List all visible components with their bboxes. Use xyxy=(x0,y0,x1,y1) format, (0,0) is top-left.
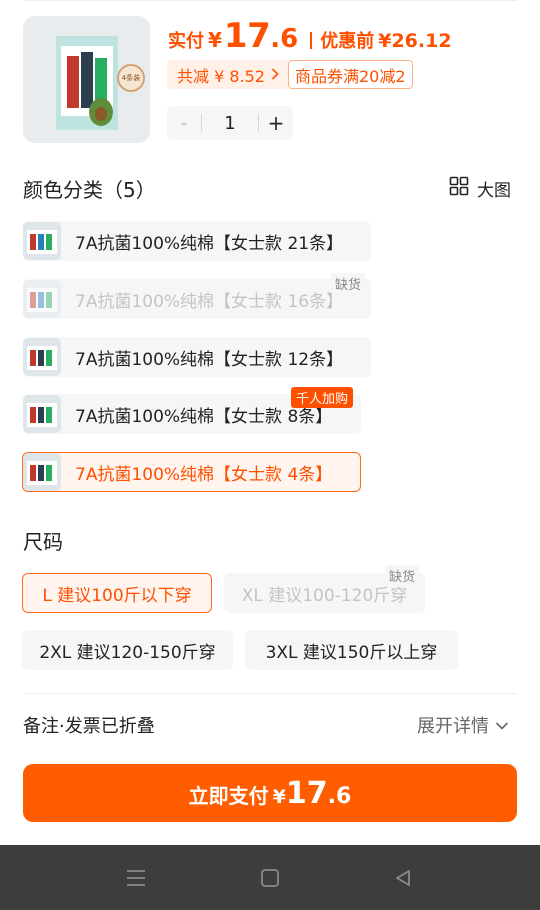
size-option[interactable]: 3XL 建议150斤以上穿 xyxy=(245,630,458,670)
size-option[interactable]: 2XL 建议120-150斤穿 xyxy=(22,630,233,670)
pay-button-price-decimal: .6 xyxy=(327,784,352,809)
pay-button-label: 立即支付 xyxy=(188,784,269,808)
pre-discount-label: 优惠前 xyxy=(320,31,375,52)
chevron-down-icon xyxy=(495,715,509,736)
option-thumbnail xyxy=(23,222,61,260)
size-option-label: XL 建议100-120斤穿 xyxy=(241,585,408,606)
out-of-stock-tag: 缺货 xyxy=(331,273,366,294)
option-thumbnail xyxy=(23,453,61,491)
out-of-stock-tag: 缺货 xyxy=(385,565,420,586)
big-view-label: 大图 xyxy=(477,180,511,201)
system-navigation-bar xyxy=(0,845,540,910)
top-divider xyxy=(24,0,517,1)
decrease-button[interactable]: - xyxy=(167,113,201,134)
pre-discount-price: ¥26.12 xyxy=(378,30,452,52)
quantity-value[interactable]: 1 xyxy=(202,113,258,134)
back-triangle-icon[interactable] xyxy=(390,865,416,891)
pay-button-price-integer: 17 xyxy=(285,776,328,811)
expand-details-button[interactable]: 展开详情 xyxy=(417,712,509,738)
size-option-label: L 建议100斤以下穿 xyxy=(42,585,192,606)
color-option-label: 7A抗菌100%纯棉【女士款 21条】 xyxy=(75,233,344,254)
color-option-label: 7A抗菌100%纯棉【女士款 16条】 xyxy=(75,291,344,312)
coupon-badge[interactable]: 商品券满20减2 xyxy=(288,60,413,89)
size-option-label: 2XL 建议120-150斤穿 xyxy=(39,642,216,663)
increase-button[interactable]: + xyxy=(259,111,293,135)
option-thumbnail xyxy=(23,280,61,318)
price-separator xyxy=(310,31,313,49)
chevron-right-icon xyxy=(271,65,279,84)
grid-icon xyxy=(449,176,469,201)
color-option-label: 7A抗菌100%纯棉【女士款 12条】 xyxy=(75,349,344,370)
size-option-selected[interactable]: L 建议100斤以下穿 xyxy=(22,573,212,613)
remark-label: 备注·发票已折叠 xyxy=(23,716,155,737)
color-section-title: 颜色分类（5） xyxy=(23,178,156,202)
color-option-label: 7A抗菌100%纯棉【女士款 4条】 xyxy=(75,464,333,485)
menu-icon[interactable] xyxy=(123,865,149,891)
price-row: 实付 ¥ 17 .6 优惠前 ¥26.12 xyxy=(168,16,452,56)
discount-label: 共减 ¥ 8.52 xyxy=(177,66,265,86)
home-square-icon[interactable] xyxy=(257,865,283,891)
color-option[interactable]: 7A抗菌100%纯棉【女士款 12条】 xyxy=(23,337,371,377)
color-option[interactable]: 7A抗菌100%纯棉【女士款 21条】 xyxy=(23,221,371,261)
option-thumbnail xyxy=(23,395,61,433)
size-option-label: 3XL 建议150斤以上穿 xyxy=(265,642,438,663)
pay-now-button[interactable]: 立即支付 ¥ 17 .6 xyxy=(23,764,517,822)
pay-price-integer: 17 xyxy=(223,16,271,56)
pay-button-currency: ¥ xyxy=(272,786,286,808)
coupon-label: 商品券满20减2 xyxy=(295,66,406,86)
divider xyxy=(24,693,517,694)
discount-detail-button[interactable]: 共减 ¥ 8.52 xyxy=(167,60,289,89)
big-view-toggle[interactable]: 大图 xyxy=(449,176,511,201)
currency-symbol: ¥ xyxy=(208,28,222,52)
color-option-selected[interactable]: 7A抗菌100%纯棉【女士款 4条】 xyxy=(22,452,361,492)
size-section-title: 尺码 xyxy=(23,530,63,554)
pay-price-decimal: .6 xyxy=(270,24,299,54)
svg-text:4条装: 4条装 xyxy=(122,73,140,82)
popular-tag: 千人加购 xyxy=(291,387,354,408)
pay-label: 实付 xyxy=(168,31,204,52)
quantity-stepper: - 1 + xyxy=(167,106,293,140)
expand-label: 展开详情 xyxy=(417,716,489,737)
color-option[interactable]: 7A抗菌100%纯棉【女士款 16条】 xyxy=(23,279,371,319)
product-image[interactable]: 4条装 xyxy=(23,16,150,143)
option-thumbnail xyxy=(23,338,61,376)
